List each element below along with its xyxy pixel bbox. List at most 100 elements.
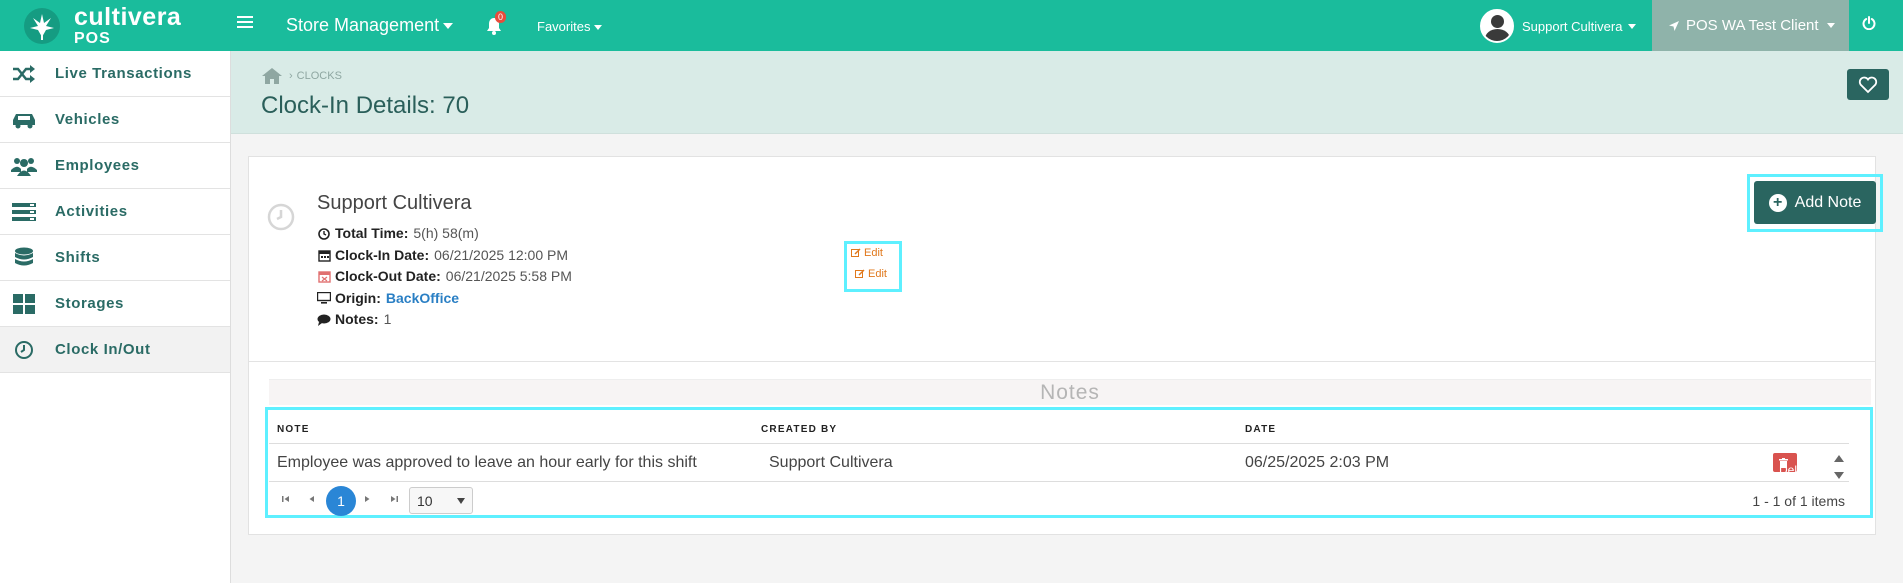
notes-row: Notes: 1 — [317, 309, 572, 331]
car-icon — [10, 109, 38, 131]
database-icon — [10, 247, 38, 269]
next-page-icon[interactable] — [362, 494, 372, 504]
brand-logo[interactable]: cultivera POS — [22, 3, 182, 47]
favorites-label: Favorites — [537, 19, 591, 34]
breadcrumb: › CLOCKS — [261, 67, 342, 85]
created-by: Support Cultivera — [769, 454, 893, 471]
notes-grid: NOTE CREATED BY DATE Employee was approv… — [269, 410, 1869, 516]
pager-info: 1 - 1 of 1 items — [1752, 493, 1845, 509]
note-text: Employee was approved to leave an hour e… — [277, 454, 697, 471]
sidebar-item-employees[interactable]: Employees — [0, 143, 230, 189]
sidebar-item-vehicles[interactable]: Vehicles — [0, 97, 230, 143]
column-header-note[interactable]: NOTE — [277, 424, 310, 435]
total-time-label: Total Time: — [335, 225, 409, 241]
sidebar-item-label: Shifts — [55, 249, 101, 266]
location-label: POS WA Test Client — [1686, 17, 1819, 34]
sidebar-item-clock-in-out[interactable]: Clock In/Out — [0, 327, 230, 373]
clock-out-value: 06/21/2025 5:58 PM — [445, 268, 572, 284]
list-icon — [10, 201, 38, 223]
favorite-page-button[interactable] — [1847, 69, 1889, 100]
origin-label: Origin: — [335, 289, 381, 306]
sidebar-item-label: Employees — [55, 157, 140, 174]
edit-label: Edit — [864, 247, 883, 259]
scroll-up-arrow[interactable] — [1834, 455, 1844, 462]
favorites-menu[interactable]: Favorites — [537, 19, 603, 34]
user-menu[interactable]: Support Cultivera — [1480, 9, 1637, 43]
scroll-down-arrow[interactable] — [1834, 472, 1844, 479]
breadcrumb-clocks[interactable]: CLOCKS — [297, 70, 342, 82]
sidebar-item-label: Activities — [55, 203, 128, 220]
calendar-icon — [317, 270, 331, 284]
desktop-icon — [317, 291, 331, 305]
page-header: › CLOCKS Clock-In Details: 70 — [231, 51, 1903, 134]
clock-in-value: 06/21/2025 12:00 PM — [434, 246, 569, 263]
clock-icon — [10, 339, 38, 361]
chevron-down-icon — [457, 498, 465, 504]
avatar — [1480, 9, 1514, 43]
top-navbar: cultivera POS Store Management 0 Favorit… — [0, 0, 1903, 51]
shuffle-icon — [10, 63, 38, 85]
brand-name: cultivera — [74, 3, 182, 31]
first-page-icon[interactable] — [281, 494, 291, 504]
clock-icon — [317, 227, 331, 241]
clock-icon — [267, 203, 295, 231]
sidebar-item-activities[interactable]: Activities — [0, 189, 230, 235]
location-selector[interactable]: POS WA Test Client — [1652, 0, 1849, 51]
comment-icon — [317, 313, 331, 327]
previous-page-icon[interactable] — [307, 494, 317, 504]
user-name: Support Cultivera — [1522, 18, 1623, 34]
heart-icon — [1858, 76, 1878, 93]
table-row: Employee was approved to leave an hour e… — [269, 444, 1849, 482]
delete-label: Delete — [1779, 463, 1814, 477]
column-header-created-by[interactable]: CREATED BY — [761, 424, 837, 435]
caret-down-icon — [1628, 23, 1637, 29]
sidebar: Live Transactions Vehicles Employees Act… — [0, 51, 231, 583]
edit-icon — [851, 248, 861, 257]
hamburger-menu-icon[interactable] — [237, 16, 253, 30]
sidebar-item-storages[interactable]: Storages — [0, 281, 230, 327]
power-icon[interactable] — [1862, 16, 1880, 34]
page-size-value: 10 — [417, 493, 433, 509]
edit-clock-out-link[interactable]: Edit — [855, 268, 887, 280]
origin-link[interactable]: BackOffice — [386, 288, 459, 310]
note-date: 06/25/2025 2:03 PM — [1245, 454, 1390, 471]
edit-icon — [855, 269, 865, 278]
page-title: Clock-In Details: 70 — [261, 92, 470, 119]
sidebar-item-label: Live Transactions — [55, 65, 192, 82]
delete-note-button[interactable]: Delete — [1773, 453, 1814, 477]
total-time-row: Total Time: 5(h) 58(m) — [317, 223, 572, 245]
brand-subtitle: POS — [74, 30, 111, 47]
clock-in-row: Clock-In Date: 06/21/2025 12:00 PM — [317, 245, 572, 267]
location-arrow-icon — [1669, 20, 1679, 31]
calendar-icon — [317, 248, 331, 262]
clock-in-label: Clock-In Date: — [335, 246, 430, 263]
sidebar-item-live-transactions[interactable]: Live Transactions — [0, 51, 230, 97]
plus-circle-icon: + — [1768, 193, 1787, 212]
last-page-icon[interactable] — [389, 494, 399, 504]
column-header-date[interactable]: DATE — [1245, 424, 1276, 435]
add-note-button[interactable]: + Add Note — [1754, 181, 1876, 224]
clock-details: Support Cultivera Total Time: 5(h) 58(m)… — [317, 192, 572, 331]
sidebar-item-shifts[interactable]: Shifts — [0, 235, 230, 281]
divider — [249, 361, 1875, 362]
edit-clock-in-link[interactable]: Edit — [851, 247, 883, 259]
home-icon[interactable] — [261, 67, 283, 85]
clock-out-row: Clock-Out Date: 06/21/2025 5:58 PM — [317, 266, 572, 288]
page-size-select[interactable]: 10 — [409, 487, 473, 514]
origin-row: Origin: BackOffice — [317, 288, 572, 310]
notification-count-badge: 0 — [495, 11, 507, 23]
employee-name: Support Cultivera — [317, 192, 472, 214]
notes-label: Notes: — [335, 311, 379, 327]
sidebar-item-label: Storages — [55, 295, 124, 312]
current-page-button[interactable]: 1 — [326, 486, 356, 516]
store-management-menu[interactable]: Store Management — [286, 15, 454, 36]
clock-out-label: Clock-Out Date: — [335, 268, 441, 284]
caret-down-icon — [443, 23, 454, 30]
add-note-label: Add Note — [1794, 193, 1862, 211]
pager: 1 10 1 - 1 of 1 items — [269, 482, 1869, 516]
total-time-value: 5(h) 58(m) — [413, 225, 479, 241]
store-management-label: Store Management — [286, 15, 440, 35]
notes-count: 1 — [383, 311, 392, 327]
edit-label: Edit — [868, 268, 887, 280]
caret-down-icon — [1826, 23, 1835, 28]
